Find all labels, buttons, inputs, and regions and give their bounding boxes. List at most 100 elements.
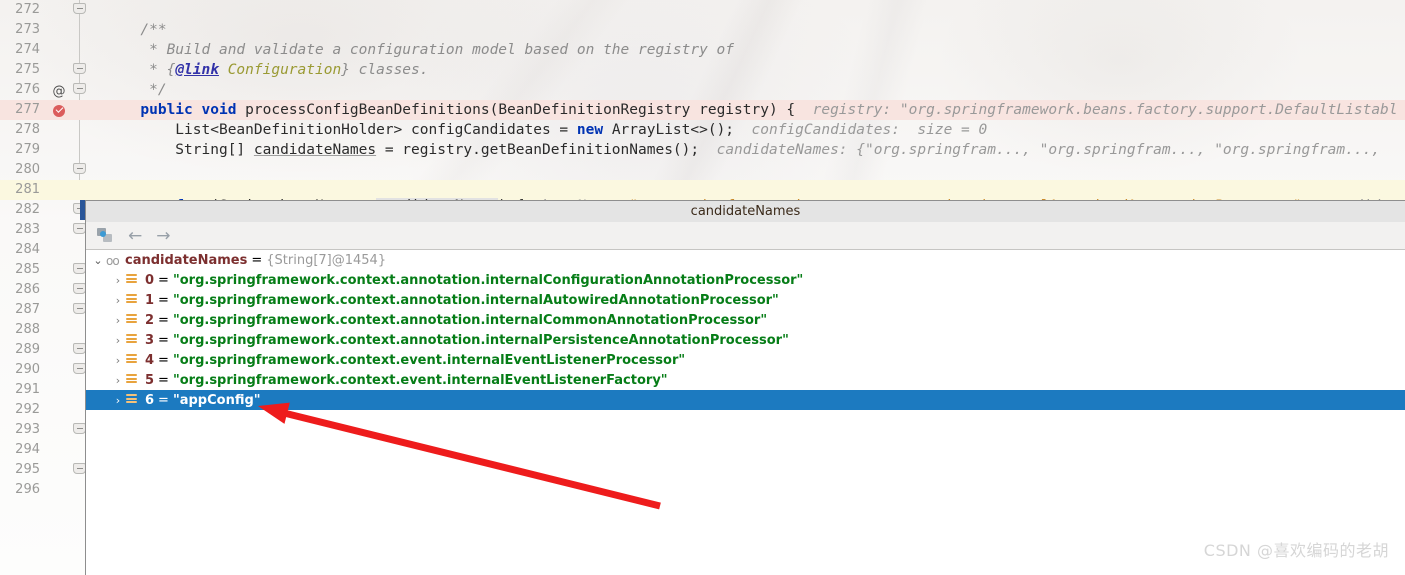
line-number: 277 bbox=[15, 102, 40, 117]
equals-sign: = bbox=[158, 372, 169, 388]
back-arrow-icon[interactable]: ← bbox=[128, 227, 142, 245]
override-marker-icon[interactable]: @ bbox=[48, 80, 70, 100]
line-number: 274 bbox=[15, 42, 40, 57]
expand-collapse-icon[interactable]: › bbox=[110, 274, 126, 287]
array-element-icon bbox=[126, 274, 140, 286]
array-element-value: "org.springframework.context.annotation.… bbox=[172, 292, 779, 308]
variable-type: {String[7]@1454} bbox=[266, 252, 387, 268]
tree-item-node[interactable]: › 4 = "org.springframework.context.event.in… bbox=[86, 350, 1405, 370]
tree-item-node[interactable]: › 6 = "appConfig" bbox=[86, 390, 1405, 410]
line-number: 273 bbox=[15, 22, 40, 37]
ide-window: 272 273 274 275 276 @277 278 279 280 281 282 283 284… bbox=[0, 0, 1405, 575]
array-element-icon bbox=[126, 394, 140, 406]
array-element-value: "org.springframework.context.annotation.… bbox=[172, 312, 768, 328]
line-number: 276 bbox=[15, 82, 40, 97]
equals-sign: = bbox=[158, 352, 169, 368]
array-element-icon bbox=[126, 354, 140, 366]
debugger-value-popup[interactable]: candidateNames ← → ⌄ oo candidateNames = {St… bbox=[85, 200, 1405, 575]
tree-item-node[interactable]: › 0 = "org.springframework.context.annotati… bbox=[86, 270, 1405, 290]
line-number: 294 bbox=[15, 442, 40, 457]
statement-text: String[] bbox=[140, 142, 254, 158]
line-number: 281 bbox=[15, 182, 40, 197]
line-number: 287 bbox=[15, 302, 40, 317]
line-number: 286 bbox=[15, 282, 40, 297]
expand-collapse-icon[interactable]: › bbox=[110, 334, 126, 347]
line-number: 295 bbox=[15, 462, 40, 477]
line-number: 282 bbox=[15, 202, 40, 217]
javadoc-link-tag[interactable]: @link bbox=[175, 62, 219, 78]
line-number: 292 bbox=[15, 402, 40, 417]
line-number: 283 bbox=[15, 222, 40, 237]
expand-collapse-icon[interactable]: › bbox=[110, 394, 126, 407]
equals-sign: = bbox=[158, 332, 169, 348]
array-element-value: "org.springframework.context.annotation.… bbox=[172, 272, 804, 288]
array-index: 0 bbox=[145, 272, 155, 288]
expand-collapse-icon[interactable]: › bbox=[110, 374, 126, 387]
code-fold-toggle-icon[interactable] bbox=[73, 160, 87, 180]
breakpoint-icon[interactable] bbox=[48, 100, 70, 120]
equals-sign: = bbox=[158, 392, 169, 408]
line-number: 278 bbox=[15, 122, 40, 137]
javadoc-ref: Configuration bbox=[218, 62, 342, 78]
code-line-273: * Build and validate a configuration mod… bbox=[88, 20, 734, 58]
tree-root-node[interactable]: ⌄ oo candidateNames = {String[7]@1454} bbox=[86, 250, 1405, 270]
variable-name: candidateNames bbox=[125, 252, 248, 268]
equals-sign: = bbox=[251, 252, 263, 268]
code-line-272: /** bbox=[88, 0, 166, 38]
array-element-icon bbox=[126, 314, 140, 326]
expand-collapse-icon[interactable]: › bbox=[110, 294, 126, 307]
inspect-icon[interactable] bbox=[96, 227, 114, 245]
array-element-icon bbox=[126, 294, 140, 306]
line-number: 280 bbox=[15, 162, 40, 177]
popup-title: candidateNames bbox=[86, 201, 1405, 222]
code-fold-toggle-icon[interactable] bbox=[73, 80, 87, 100]
equals-sign: = bbox=[158, 272, 169, 288]
line-number: 289 bbox=[15, 342, 40, 357]
line-number: 291 bbox=[15, 382, 40, 397]
array-index: 1 bbox=[145, 292, 155, 308]
array-element-value: "appConfig" bbox=[172, 392, 261, 408]
tree-item-node[interactable]: › 3 = "org.springframework.context.annotati… bbox=[86, 330, 1405, 350]
code-fold-toggle-icon[interactable] bbox=[73, 0, 87, 20]
array-index: 3 bbox=[145, 332, 155, 348]
line-number: 293 bbox=[15, 422, 40, 437]
array-index: 6 bbox=[145, 392, 155, 408]
expand-collapse-icon[interactable]: › bbox=[110, 354, 126, 367]
line-number: 296 bbox=[15, 482, 40, 497]
expand-collapse-icon-open[interactable]: ⌄ bbox=[90, 254, 106, 267]
line-number: 275 bbox=[15, 62, 40, 77]
array-index: 5 bbox=[145, 372, 155, 388]
tree-item-node[interactable]: › 5 = "org.springframework.context.event.in… bbox=[86, 370, 1405, 390]
editor-line-row: 272 bbox=[0, 0, 1405, 20]
code-line-280: for (String beanName : candidateNames) {… bbox=[88, 176, 1398, 214]
code-line-274: * {@link Configuration} classes. bbox=[88, 40, 428, 78]
array-element-icon bbox=[126, 374, 140, 386]
watermark-text: CSDN @喜欢编码的老胡 bbox=[1203, 541, 1389, 560]
array-element-icon bbox=[126, 334, 140, 346]
code-line-276: public void processConfigBeanDefinitions… bbox=[88, 80, 1397, 118]
array-element-value: "org.springframework.context.annotation.… bbox=[172, 332, 789, 348]
variable-tree[interactable]: ⌄ oo candidateNames = {String[7]@1454} › 0 = "or… bbox=[86, 250, 1405, 410]
array-index: 4 bbox=[145, 352, 155, 368]
array-watch-icon: oo bbox=[106, 254, 120, 268]
array-index: 2 bbox=[145, 312, 155, 328]
line-number: 284 bbox=[15, 242, 40, 257]
expand-collapse-icon[interactable]: › bbox=[110, 314, 126, 327]
statement-text: = registry.getBeanDefinitionNames(); bbox=[376, 142, 700, 158]
forward-arrow-icon[interactable]: → bbox=[156, 227, 170, 245]
equals-sign: = bbox=[158, 292, 169, 308]
comment-text: } classes. bbox=[341, 62, 429, 78]
code-line-278: String[] candidateNames = registry.getBe… bbox=[88, 120, 1380, 158]
code-line-275: */ bbox=[88, 60, 166, 98]
line-number: 290 bbox=[15, 362, 40, 377]
array-element-value: "org.springframework.context.event.inter… bbox=[172, 372, 668, 388]
tree-item-node[interactable]: › 2 = "org.springframework.context.annotati… bbox=[86, 310, 1405, 330]
code-fold-toggle-icon[interactable] bbox=[73, 60, 87, 80]
line-number: 285 bbox=[15, 262, 40, 277]
line-number: 288 bbox=[15, 322, 40, 337]
popup-toolbar[interactable]: ← → bbox=[86, 222, 1405, 250]
variable-candidateNames[interactable]: candidateNames bbox=[254, 142, 376, 158]
equals-sign: = bbox=[158, 312, 169, 328]
line-number: 272 bbox=[15, 2, 40, 17]
tree-item-node[interactable]: › 1 = "org.springframework.context.annotati… bbox=[86, 290, 1405, 310]
